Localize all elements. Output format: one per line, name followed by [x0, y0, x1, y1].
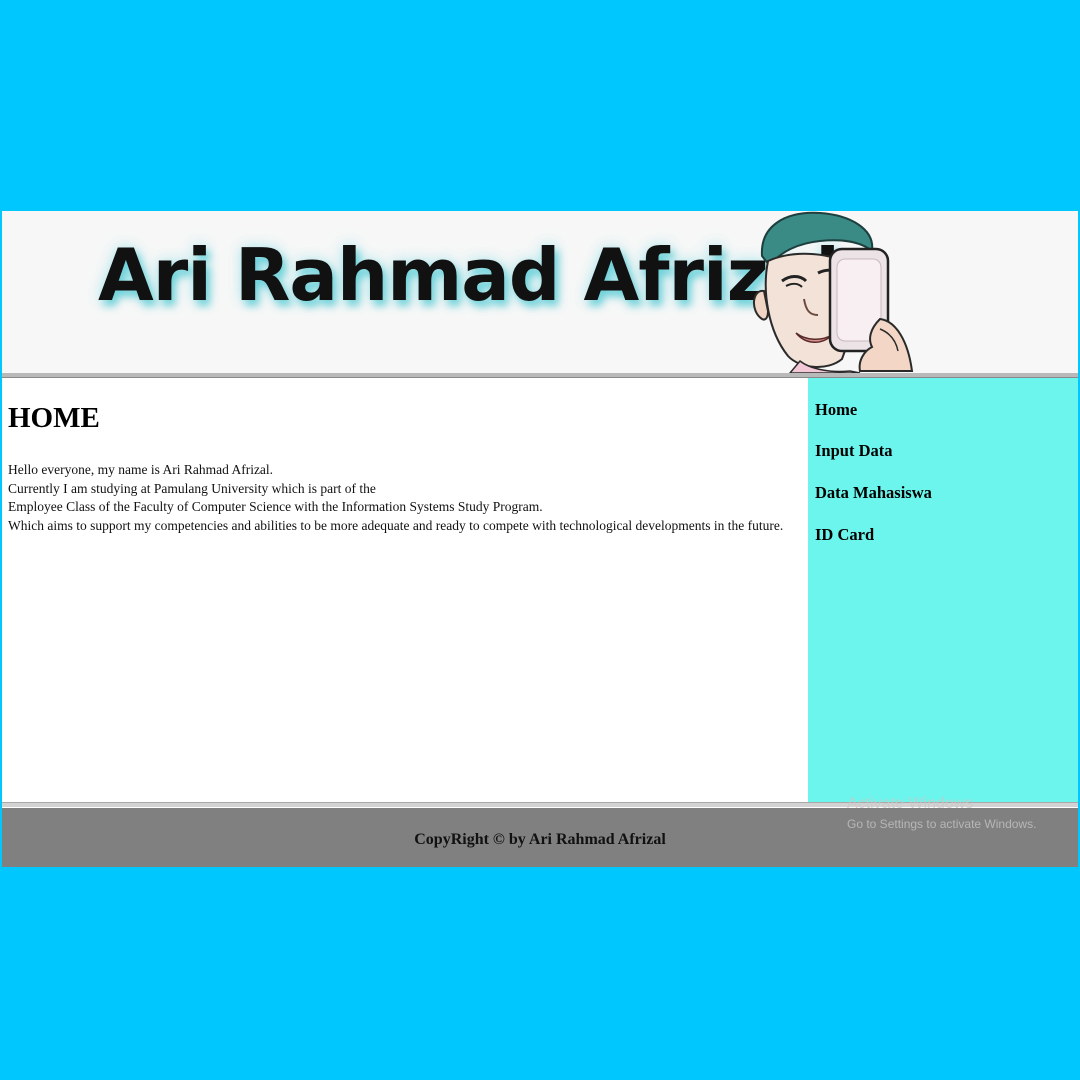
web-page-frame: Ari Rahmad Afrizal HOME Hello everyone, … [2, 211, 1078, 867]
header-banner: Ari Rahmad Afrizal [2, 211, 1078, 373]
sidebar-item-home[interactable]: Home [815, 400, 857, 420]
sidebar-item-id-card[interactable]: ID Card [815, 525, 874, 545]
intro-line: Hello everyone, my name is Ari Rahmad Af… [8, 462, 274, 477]
watermark-subtitle: Go to Settings to activate Windows. [847, 817, 1037, 831]
banner-portrait-illustration [753, 211, 914, 373]
intro-line: Which aims to support my competencies an… [8, 517, 784, 533]
main-content: HOME Hello everyone, my name is Ari Rahm… [2, 378, 808, 802]
banner-title: Ari Rahmad Afrizal [98, 233, 840, 317]
intro-paragraph: Hello everyone, my name is Ari Rahmad Af… [8, 461, 798, 535]
sidebar-item-input-data[interactable]: Input Data [815, 441, 892, 461]
intro-line: Currently I am studying at Pamulang Univ… [8, 480, 376, 496]
page-title: HOME [8, 402, 100, 434]
sidebar-item-data-mahasiswa[interactable]: Data Mahasiswa [815, 483, 932, 503]
activate-windows-watermark: Activate Windows Go to Settings to activ… [847, 794, 1036, 834]
intro-line: Employee Class of the Faculty of Compute… [8, 499, 543, 514]
watermark-title: Activate Windows [847, 795, 974, 812]
sidebar-nav: Home Input Data Data Mahasiswa ID Card [808, 378, 1078, 802]
